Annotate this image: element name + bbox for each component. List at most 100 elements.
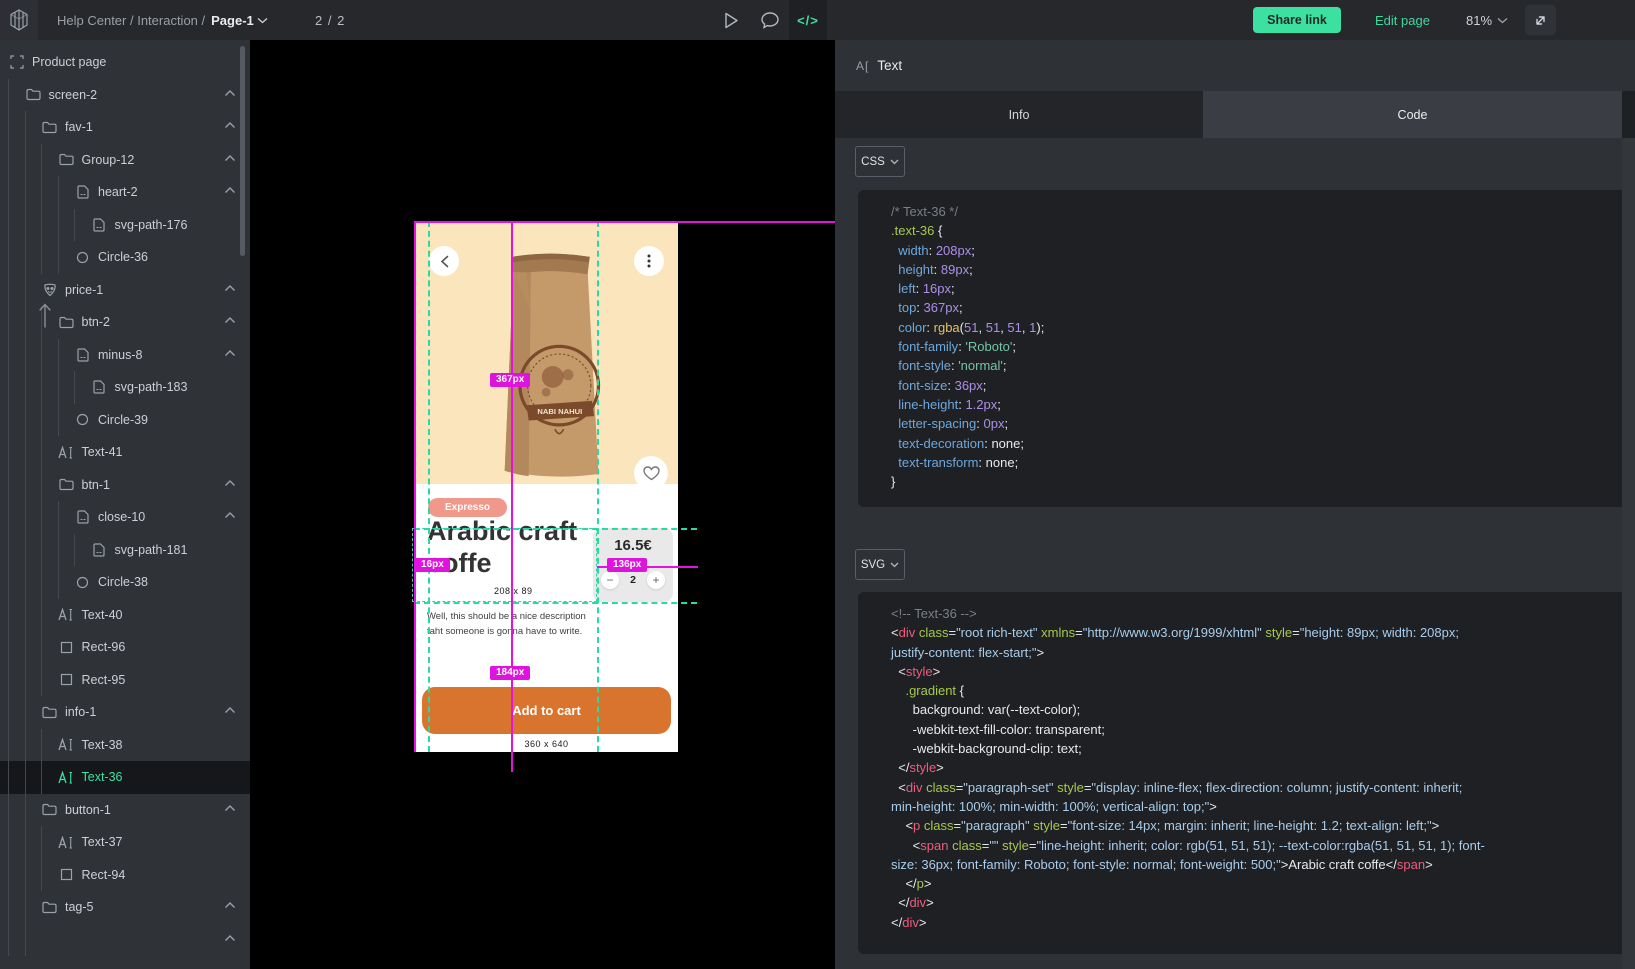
- layer-row-close-10[interactable]: close-10: [0, 501, 250, 534]
- code-line: </p>: [891, 874, 1610, 893]
- tree-indent-guide: [25, 826, 42, 859]
- guide-selection-bottom: [414, 602, 697, 604]
- code-line: letter-spacing: 0px;: [891, 414, 1610, 433]
- file-icon: [93, 380, 105, 394]
- more-options-button[interactable]: [634, 246, 664, 276]
- layer-row-Text-36[interactable]: Text-36: [0, 761, 250, 794]
- tree-indent-guide: [8, 436, 25, 469]
- sidebar-scrollbar[interactable]: [240, 46, 245, 256]
- app-logo[interactable]: [0, 0, 38, 40]
- layer-row-minus-8[interactable]: minus-8: [0, 339, 250, 372]
- comments-button[interactable]: [751, 0, 789, 40]
- circle-icon: [76, 251, 89, 264]
- tree-indent-guide: [8, 891, 25, 924]
- css-language-dropdown[interactable]: CSS: [855, 146, 905, 177]
- share-link-button[interactable]: Share link: [1253, 7, 1341, 33]
- quantity-minus-button[interactable]: −: [601, 571, 619, 589]
- design-canvas[interactable]: NABI NAHUI Expresso Arabic craft coffe 2…: [250, 40, 835, 969]
- layer-label: Rect-94: [82, 868, 126, 882]
- favorite-button[interactable]: [634, 456, 668, 490]
- product-tag-badge[interactable]: Expresso: [428, 498, 507, 517]
- scrollbar-thumb[interactable]: [1622, 91, 1635, 138]
- svg-language-dropdown[interactable]: SVG: [855, 549, 905, 580]
- tab-info[interactable]: Info: [835, 91, 1203, 138]
- layer-row-Circle-36[interactable]: Circle-36: [0, 241, 250, 274]
- layer-row-Circle-39[interactable]: Circle-39: [0, 404, 250, 437]
- layer-label: Text-36: [82, 770, 123, 784]
- css-code-block[interactable]: /* Text-36 */.text-36 { width: 208px; he…: [858, 190, 1628, 507]
- layer-row-Text-41[interactable]: Text-41: [0, 436, 250, 469]
- layer-row-Text-40[interactable]: Text-40: [0, 599, 250, 632]
- breadcrumb-current-page[interactable]: Page-1: [211, 13, 268, 28]
- tree-indent-guide: [58, 566, 75, 599]
- play-button[interactable]: [712, 0, 750, 40]
- layer-row-svg-path-183[interactable]: svg-path-183: [0, 371, 250, 404]
- tree-indent-guide: [41, 599, 58, 632]
- collapse-chevron-icon[interactable]: [224, 186, 236, 194]
- zoom-level-value: 81%: [1466, 13, 1492, 28]
- svg-code-block[interactable]: <!-- Text-36 --><div class="root rich-te…: [858, 592, 1628, 954]
- fullscreen-button[interactable]: [1525, 5, 1556, 35]
- layer-label: tag-5: [65, 900, 94, 914]
- tree-indent-guide: [41, 209, 58, 242]
- layer-row-info-1[interactable]: info-1: [0, 696, 250, 729]
- breadcrumb[interactable]: Help Center / Interaction / Page-1: [57, 0, 268, 40]
- collapse-chevron-icon[interactable]: [224, 934, 236, 942]
- collapse-chevron-icon[interactable]: [224, 479, 236, 487]
- layer-row-svg-path-181[interactable]: svg-path-181: [0, 534, 250, 567]
- tab-code[interactable]: Code: [1203, 91, 1622, 138]
- layer-label: screen-2: [49, 88, 98, 102]
- back-button[interactable]: [429, 246, 459, 276]
- layer-row-Rect-96[interactable]: Rect-96: [0, 631, 250, 664]
- collapse-chevron-icon[interactable]: [224, 706, 236, 714]
- rect-icon: [60, 673, 73, 686]
- layer-row-Circle-38[interactable]: Circle-38: [0, 566, 250, 599]
- add-to-cart-button[interactable]: Add to cart: [422, 687, 671, 734]
- layer-row-Rect-95[interactable]: Rect-95: [0, 664, 250, 697]
- tree-indent-guide: [41, 501, 58, 534]
- collapse-chevron-icon[interactable]: [224, 121, 236, 129]
- code-mode-button[interactable]: </>: [789, 0, 827, 40]
- code-line: /* Text-36 */: [891, 202, 1610, 221]
- tree-indent-guide: [41, 761, 58, 794]
- collapse-chevron-icon[interactable]: [224, 804, 236, 812]
- price-value: 16.5€: [593, 537, 673, 554]
- layer-row-Text-37[interactable]: Text-37: [0, 826, 250, 859]
- code-line: font-style: 'normal';: [891, 356, 1610, 375]
- tree-indent-guide: [41, 859, 58, 892]
- folder-icon: [42, 901, 57, 914]
- layer-row-fav-1[interactable]: fav-1: [0, 111, 250, 144]
- collapse-chevron-icon[interactable]: [224, 316, 236, 324]
- layer-row-screen-2[interactable]: screen-2: [0, 79, 250, 112]
- layer-row-Text-38[interactable]: Text-38: [0, 729, 250, 762]
- zoom-level-dropdown[interactable]: 81%: [1466, 0, 1508, 40]
- layer-row-button-1[interactable]: button-1: [0, 794, 250, 827]
- interaction-arrow-icon: [37, 302, 53, 328]
- layer-row-tag-5[interactable]: tag-5: [0, 891, 250, 924]
- collapse-chevron-icon[interactable]: [224, 511, 236, 519]
- layer-row-Product page[interactable]: Product page: [0, 46, 250, 79]
- tree-indent-guide: [8, 826, 25, 859]
- code-line: <style>: [891, 662, 1610, 681]
- tree-indent-guide: [41, 371, 58, 404]
- product-page-frame[interactable]: NABI NAHUI Expresso Arabic craft coffe 2…: [415, 222, 678, 752]
- collapse-chevron-icon[interactable]: [224, 284, 236, 292]
- inspector-scrollbar[interactable]: [1622, 40, 1635, 969]
- layer-row-partial-27[interactable]: [0, 924, 250, 957]
- quantity-plus-button[interactable]: +: [647, 571, 665, 589]
- layer-row-svg-path-176[interactable]: svg-path-176: [0, 209, 250, 242]
- layer-row-heart-2[interactable]: heart-2: [0, 176, 250, 209]
- code-line: <div class="root rich-text" xmlns="http:…: [891, 623, 1610, 642]
- collapse-chevron-icon[interactable]: [224, 89, 236, 97]
- layer-row-Rect-94[interactable]: Rect-94: [0, 859, 250, 892]
- tree-indent-guide: [25, 469, 42, 502]
- tree-indent-guide: [8, 241, 25, 274]
- layer-row-Group-12[interactable]: Group-12: [0, 144, 250, 177]
- collapse-chevron-icon[interactable]: [224, 154, 236, 162]
- tree-indent-guide: [74, 371, 91, 404]
- edit-page-link[interactable]: Edit page: [1375, 0, 1430, 40]
- collapse-chevron-icon[interactable]: [224, 349, 236, 357]
- layer-row-btn-1[interactable]: btn-1: [0, 469, 250, 502]
- tree-indent-guide: [41, 176, 58, 209]
- collapse-chevron-icon[interactable]: [224, 901, 236, 909]
